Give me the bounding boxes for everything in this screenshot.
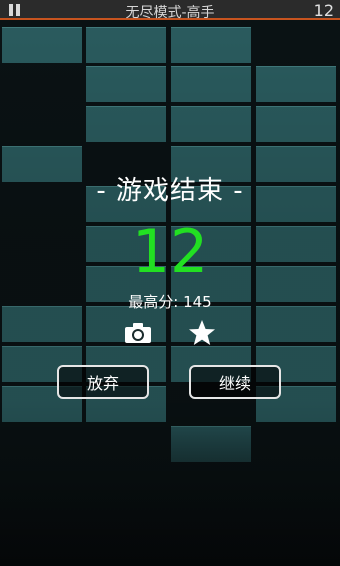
floor-shadow — [0, 420, 340, 566]
tile — [171, 27, 251, 63]
tile — [171, 106, 251, 142]
best-score: 最高分: 145 — [0, 291, 340, 312]
final-score: 12 — [131, 217, 209, 287]
best-score-value: 145 — [183, 293, 212, 311]
best-score-label: 最高分: — [128, 293, 179, 311]
tile — [86, 27, 166, 63]
mode-title: 无尽模式-高手 — [125, 5, 215, 21]
game-over-title: - 游戏结束 - — [96, 176, 244, 206]
current-score: 12 — [313, 1, 334, 20]
tile — [86, 66, 166, 102]
tile — [256, 66, 336, 102]
tile — [256, 106, 336, 142]
status-bar: 无尽模式-高手 12 — [0, 0, 340, 21]
tile — [2, 27, 82, 63]
camera-icon[interactable] — [124, 322, 152, 344]
continue-button[interactable]: 继续 — [189, 365, 281, 399]
quit-button[interactable]: 放弃 — [57, 365, 149, 399]
tile — [171, 66, 251, 102]
tile — [86, 106, 166, 142]
star-icon[interactable] — [188, 319, 216, 347]
